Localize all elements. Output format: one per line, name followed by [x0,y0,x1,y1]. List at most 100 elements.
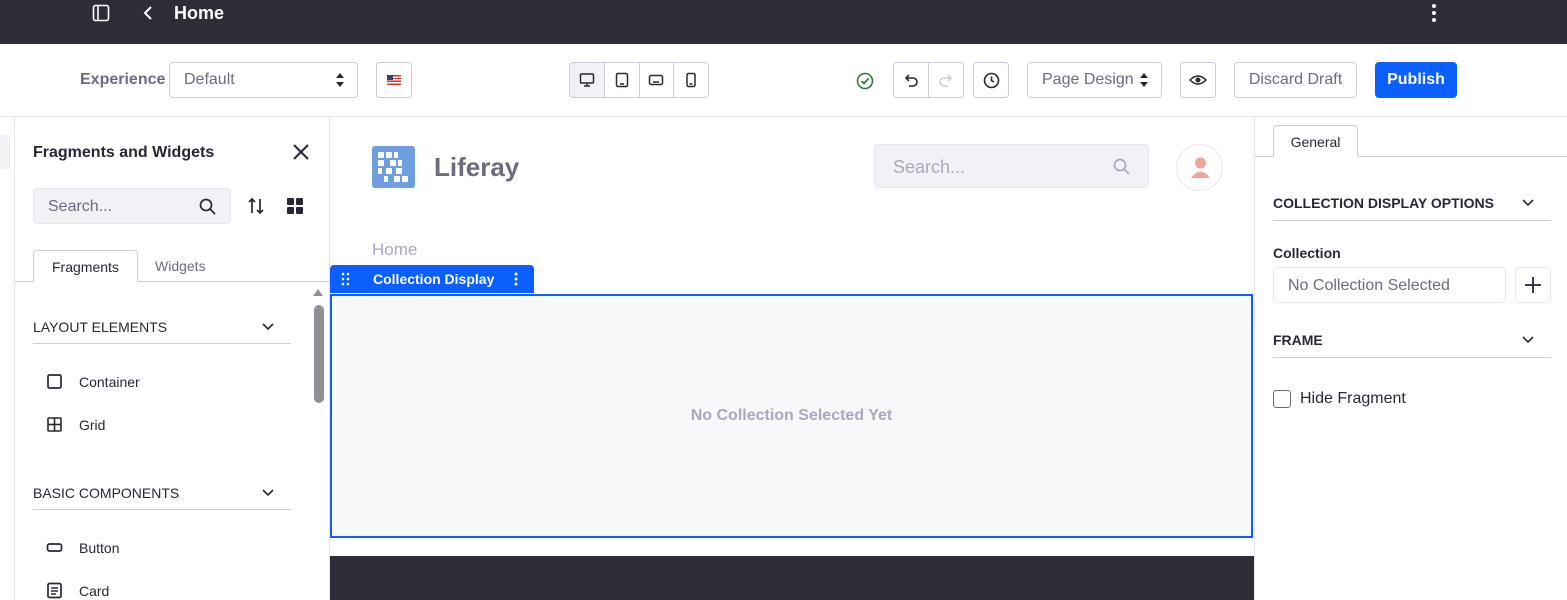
experience-select[interactable]: Default [169,62,358,98]
us-flag-icon [387,75,401,85]
collection-display-fragment[interactable]: No Collection Selected Yet [330,294,1253,538]
search-icon [1113,158,1130,175]
fragment-item-label: Card [79,582,110,599]
desktop-view-button[interactable] [570,63,605,97]
portrait-view-button[interactable] [674,63,708,97]
chevron-down-icon [1522,199,1534,207]
tablet-view-button[interactable] [605,63,640,97]
fragment-item-grid[interactable]: Grid [46,416,105,433]
preview-button[interactable] [1180,62,1216,98]
fragment-item-label: Button [79,539,120,556]
breadcrumb[interactable]: Home [372,240,417,260]
fragment-name: Collection Display [373,271,495,287]
landscape-phone-icon [649,74,664,86]
site-search-placeholder: Search... [893,157,966,177]
language-flag-button[interactable] [376,62,412,98]
select-caret-icon [336,73,344,87]
fragment-topper[interactable]: Collection Display [330,265,534,293]
section-label: BASIC COMPONENTS [33,485,180,501]
back-icon[interactable] [140,2,156,24]
panel-tabs: Fragments Widgets [15,250,330,282]
drag-handle-icon[interactable] [341,272,351,286]
scrollbar-thumb[interactable] [314,305,324,403]
liferay-logo-icon [372,146,415,188]
collection-label: Collection [1273,245,1341,261]
tab-general[interactable]: General [1273,125,1358,157]
hide-fragment-label[interactable]: Hide Fragment [1300,390,1406,408]
sort-icon[interactable] [247,197,265,215]
empty-collection-message: No Collection Selected Yet [690,407,893,424]
redo-button[interactable] [929,63,963,97]
eye-icon [1189,75,1207,85]
page-footer [330,556,1254,600]
page-design-value: Page Design [1042,71,1134,88]
search-placeholder: Search... [48,198,113,215]
landscape-view-button[interactable] [640,63,675,97]
container-icon [47,374,62,389]
undo-button[interactable] [894,63,929,97]
panel-title: Fragments and Widgets [33,144,215,161]
scroll-up-arrow-icon[interactable] [313,289,323,296]
configuration-panel: General COLLECTION DISPLAY OPTIONS Colle… [1254,117,1567,600]
section-layout-elements[interactable]: LAYOUT ELEMENTS [33,316,291,344]
publish-button[interactable]: Publish [1375,62,1457,98]
fragment-item-card[interactable]: Card [46,582,109,599]
discard-draft-label: Discard Draft [1248,71,1343,88]
history-button[interactable] [973,62,1009,98]
options-kebab-icon[interactable] [1426,3,1442,23]
site-search-input[interactable]: Search... [874,144,1149,188]
fragments-panel: Fragments and Widgets Search... Fragment… [15,117,330,600]
page-title: Home [174,3,225,23]
desktop-icon [579,73,595,87]
chevron-down-icon [262,489,274,497]
close-icon[interactable] [292,143,310,161]
site-brand-name: Liferay [434,152,520,182]
user-icon [1191,157,1210,178]
grid-icon [47,417,62,432]
section-basic-components[interactable]: BASIC COMPONENTS [33,482,291,510]
section-label: LAYOUT ELEMENTS [33,319,168,335]
button-icon [46,543,63,552]
plus-icon [1525,277,1541,293]
product-menu-strip [0,117,15,600]
section-frame[interactable]: FRAME [1273,330,1551,358]
fragment-item-button[interactable]: Button [46,539,119,556]
fragments-search-input[interactable]: Search... [33,188,231,224]
fragment-item-label: Grid [79,416,106,433]
portrait-phone-icon [686,72,696,88]
config-tabs: General [1255,125,1567,157]
tab-widgets[interactable]: Widgets [137,250,224,282]
collection-value: No Collection Selected [1288,277,1450,294]
page-canvas: Liferay Search... Home Collection Displa… [330,117,1254,600]
user-avatar[interactable] [1176,144,1223,191]
fragment-item-label: Container [79,373,140,390]
card-icon [47,582,62,599]
top-bar: Home [0,0,1567,44]
fragment-options-icon[interactable] [511,271,521,287]
page-design-select[interactable]: Page Design [1027,62,1162,98]
chevron-down-icon [1522,336,1534,344]
publish-label: Publish [1387,71,1445,88]
add-collection-button[interactable] [1515,267,1551,303]
chevron-down-icon [262,323,274,331]
select-caret-icon [1140,73,1148,87]
hide-fragment-checkbox[interactable] [1273,390,1291,408]
history-clock-icon [983,72,999,88]
section-collection-display-options[interactable]: COLLECTION DISPLAY OPTIONS [1273,193,1551,221]
device-switcher [569,62,709,98]
tab-fragments[interactable]: Fragments [33,250,138,282]
tablet-icon [615,72,628,88]
grid-view-icon[interactable] [287,198,303,214]
search-icon [199,198,216,215]
collection-selector[interactable]: No Collection Selected [1273,267,1506,303]
undo-icon [904,74,918,87]
discard-draft-button[interactable]: Discard Draft [1234,62,1357,98]
experience-label: Experience [80,71,166,88]
section-label: FRAME [1273,332,1323,348]
experience-value: Default [184,71,235,88]
editor-toolbar: Experience Default Page Design Discard D… [0,44,1567,117]
fragment-item-container[interactable]: Container [46,373,140,390]
sidebar-toggle-icon[interactable] [92,4,110,22]
saved-check-icon [856,72,874,90]
active-strip-marker [0,135,10,169]
